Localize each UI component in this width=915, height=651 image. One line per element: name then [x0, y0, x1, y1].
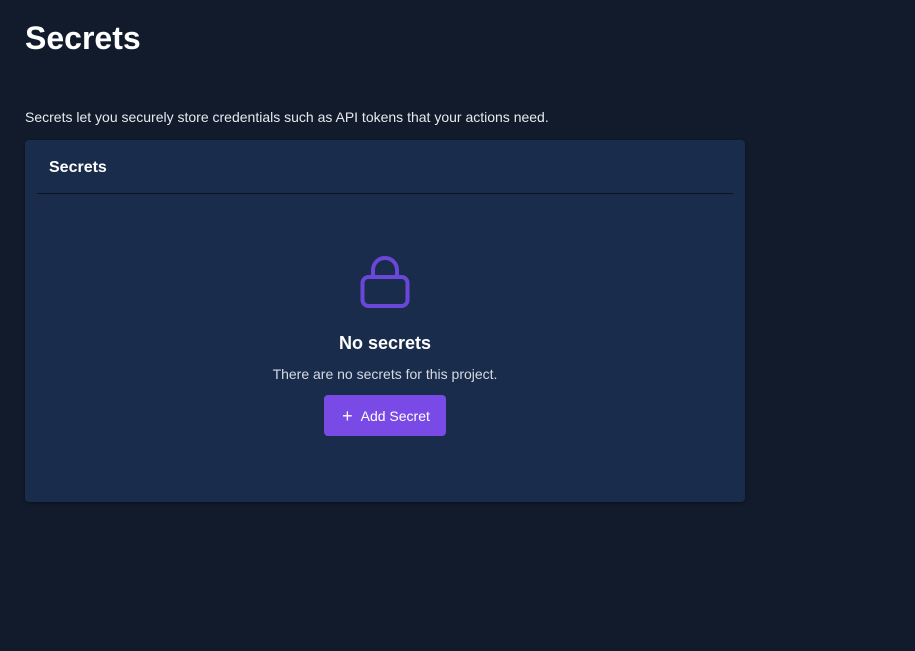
secrets-card: Secrets No secrets There are no secrets … — [25, 140, 745, 502]
empty-state: No secrets There are no secrets for this… — [25, 256, 745, 436]
secrets-page: Secrets Secrets let you securely store c… — [0, 0, 915, 651]
page-title: Secrets — [25, 20, 141, 56]
lock-icon — [360, 256, 410, 308]
page-description: Secrets let you securely store credentia… — [25, 109, 549, 125]
add-secret-button-label: Add Secret — [360, 407, 430, 424]
empty-state-title: No secrets — [338, 333, 432, 353]
card-header: Secrets — [37, 140, 733, 194]
plus-icon: + — [342, 405, 353, 426]
card-title: Secrets — [49, 159, 107, 176]
empty-state-message: There are no secrets for this project. — [272, 366, 498, 382]
add-secret-button[interactable]: + Add Secret — [324, 395, 446, 436]
